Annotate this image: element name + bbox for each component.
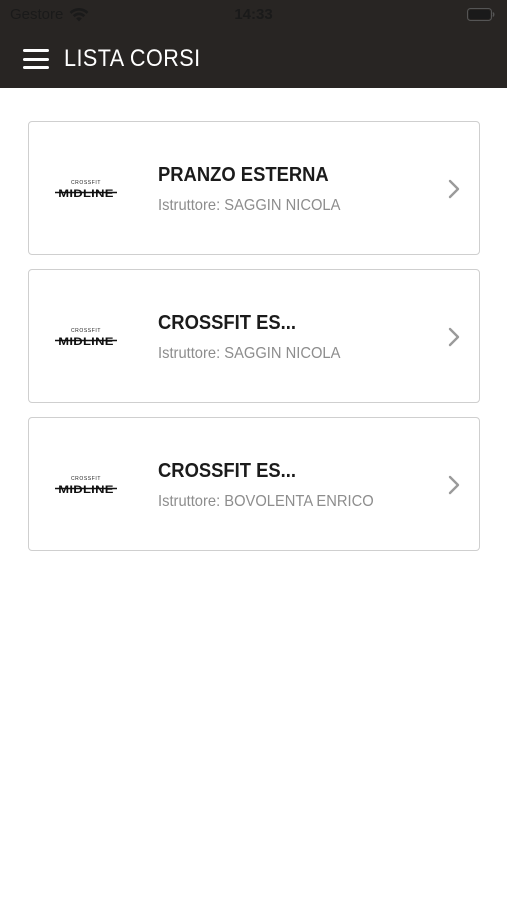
svg-text:MIDLINE: MIDLINE	[58, 335, 113, 348]
course-info: CROSSFIT ES... Istruttore: BOVOLENTA ENR…	[158, 460, 439, 511]
crossfit-midline-logo: CROSSFIT MIDLINE	[55, 474, 117, 498]
course-instructor: Istruttore: SAGGIN NICOLA	[158, 345, 341, 362]
course-instructor: Istruttore: BOVOLENTA ENRICO	[158, 493, 374, 510]
course-instructor: Istruttore: SAGGIN NICOLA	[158, 197, 341, 214]
app-screen: Gestore 14:33 LISTA CORSI CROSSFIT MIDLI…	[0, 0, 507, 900]
course-list: CROSSFIT MIDLINE PRANZO ESTERNA Istrutto…	[28, 121, 480, 565]
header: Gestore 14:33 LISTA CORSI	[0, 0, 507, 88]
course-card[interactable]: CROSSFIT MIDLINE PRANZO ESTERNA Istrutto…	[28, 121, 480, 255]
course-card[interactable]: CROSSFIT MIDLINE CROSSFIT ES... Istrutto…	[28, 417, 480, 551]
crossfit-midline-logo: CROSSFIT MIDLINE	[55, 326, 117, 350]
course-name: PRANZO ESTERNA	[158, 164, 329, 186]
course-name: CROSSFIT ES...	[158, 460, 297, 482]
course-info: CROSSFIT ES... Istruttore: SAGGIN NICOLA	[158, 312, 439, 363]
course-info: PRANZO ESTERNA Istruttore: SAGGIN NICOLA	[158, 164, 439, 215]
chevron-right-icon	[448, 179, 460, 199]
chevron-right-icon	[448, 475, 460, 495]
status-time: 14:33	[234, 6, 273, 23]
navigation-bar: LISTA CORSI	[0, 30, 507, 88]
svg-text:MIDLINE: MIDLINE	[58, 483, 113, 496]
course-card[interactable]: CROSSFIT MIDLINE CROSSFIT ES... Istrutto…	[28, 269, 480, 403]
crossfit-midline-logo: CROSSFIT MIDLINE	[55, 178, 117, 202]
status-bar: Gestore 14:33	[0, 0, 507, 30]
svg-text:CROSSFIT: CROSSFIT	[71, 328, 101, 334]
svg-text:CROSSFIT: CROSSFIT	[71, 180, 101, 186]
page-title: LISTA CORSI	[64, 45, 201, 72]
hamburger-menu-icon[interactable]	[23, 49, 49, 69]
course-name: CROSSFIT ES...	[158, 312, 297, 334]
svg-text:MIDLINE: MIDLINE	[58, 187, 113, 200]
battery-icon	[467, 8, 495, 21]
chevron-right-icon	[448, 327, 460, 347]
svg-text:CROSSFIT: CROSSFIT	[71, 476, 101, 482]
